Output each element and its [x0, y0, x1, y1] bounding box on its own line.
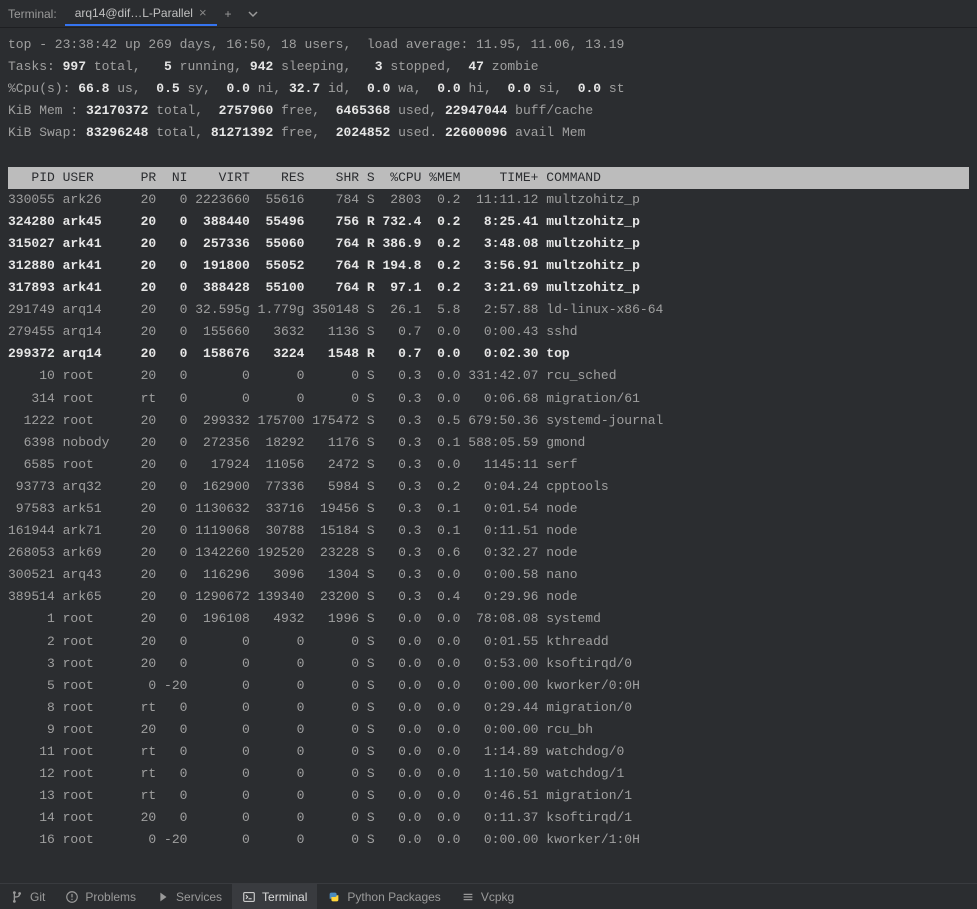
tool-services-button[interactable]: Services — [146, 884, 232, 909]
tool-terminal-label: Terminal — [262, 890, 307, 904]
tool-git-button[interactable]: Git — [0, 884, 55, 909]
tool-python-packages-label: Python Packages — [347, 890, 440, 904]
list-icon — [461, 890, 475, 904]
tab-more-button[interactable] — [240, 5, 266, 23]
terminal-tab-bar: Terminal: arq14@dif…L-Parallel × + — [0, 0, 977, 28]
process-row: 8 root rt 0 0 0 0 S 0.0 0.0 0:29.44 migr… — [8, 700, 632, 715]
tool-problems-label: Problems — [85, 890, 136, 904]
process-row: 5 root 0 -20 0 0 0 S 0.0 0.0 0:00.00 kwo… — [8, 678, 640, 693]
process-row: 389514 ark65 20 0 1290672 139340 23200 S… — [8, 589, 578, 604]
process-row: 314 root rt 0 0 0 0 S 0.3 0.0 0:06.68 mi… — [8, 391, 640, 406]
process-row: 14 root 20 0 0 0 0 S 0.0 0.0 0:11.37 kso… — [8, 810, 632, 825]
process-row: 315027 ark41 20 0 257336 55060 764 R 386… — [8, 236, 640, 251]
tool-terminal-button[interactable]: Terminal — [232, 884, 317, 909]
warning-icon — [65, 890, 79, 904]
ide-bottom-toolbar: Git Problems Services Terminal Python Pa… — [0, 883, 977, 909]
process-row: 299372 arq14 20 0 158676 3224 1548 R 0.7… — [8, 346, 570, 361]
tool-vcpkg-button[interactable]: Vcpkg — [451, 884, 524, 909]
add-tab-button[interactable]: + — [217, 3, 240, 25]
process-row: 300521 arq43 20 0 116296 3096 1304 S 0.3… — [8, 567, 578, 582]
process-row: 12 root rt 0 0 0 0 S 0.0 0.0 1:10.50 wat… — [8, 766, 624, 781]
top-summary-line: top - 23:38:42 up 269 days, 16:50, 18 us… — [8, 37, 624, 52]
process-row: 6585 root 20 0 17924 11056 2472 S 0.3 0.… — [8, 457, 578, 472]
python-icon — [327, 890, 341, 904]
process-row: 93773 arq32 20 0 162900 77336 5984 S 0.3… — [8, 479, 609, 494]
terminal-tab-title: arq14@dif…L-Parallel — [75, 6, 193, 20]
process-row: 97583 ark51 20 0 1130632 33716 19456 S 0… — [8, 501, 578, 516]
process-row: 279455 arq14 20 0 155660 3632 1136 S 0.7… — [8, 324, 578, 339]
terminal-icon — [242, 890, 256, 904]
process-row: 312880 ark41 20 0 191800 55052 764 R 194… — [8, 258, 640, 273]
process-row: 13 root rt 0 0 0 0 S 0.0 0.0 0:46.51 mig… — [8, 788, 632, 803]
top-tasks-line: Tasks: 997 total, 5 running, 942 sleepin… — [8, 59, 539, 74]
process-row: 3 root 20 0 0 0 0 S 0.0 0.0 0:53.00 ksof… — [8, 656, 632, 671]
tool-services-label: Services — [176, 890, 222, 904]
process-row: 330055 ark26 20 0 2223660 55616 784 S 28… — [8, 192, 640, 207]
process-row: 1222 root 20 0 299332 175700 175472 S 0.… — [8, 413, 663, 428]
terminal-output[interactable]: top - 23:38:42 up 269 days, 16:50, 18 us… — [0, 28, 977, 883]
git-branch-icon — [10, 890, 24, 904]
play-icon — [156, 890, 170, 904]
tool-python-packages-button[interactable]: Python Packages — [317, 884, 450, 909]
top-mem-line: KiB Mem : 32170372 total, 2757960 free, … — [8, 103, 593, 118]
process-row: 161944 ark71 20 0 1119068 30788 15184 S … — [8, 523, 578, 538]
terminal-tab-active[interactable]: arq14@dif…L-Parallel × — [65, 1, 217, 26]
chevron-down-icon — [248, 9, 258, 19]
process-row: 291749 arq14 20 0 32.595g 1.779g 350148 … — [8, 302, 663, 317]
top-swap-line: KiB Swap: 83296248 total, 81271392 free,… — [8, 125, 585, 140]
tool-vcpkg-label: Vcpkg — [481, 890, 514, 904]
terminal-label: Terminal: — [8, 7, 57, 21]
process-row: 2 root 20 0 0 0 0 S 0.0 0.0 0:01.55 kthr… — [8, 634, 609, 649]
process-row: 16 root 0 -20 0 0 0 S 0.0 0.0 0:00.00 kw… — [8, 832, 640, 847]
process-row: 6398 nobody 20 0 272356 18292 1176 S 0.3… — [8, 435, 585, 450]
process-row: 317893 ark41 20 0 388428 55100 764 R 97.… — [8, 280, 640, 295]
top-cpu-line: %Cpu(s): 66.8 us, 0.5 sy, 0.0 ni, 32.7 i… — [8, 81, 625, 96]
process-row: 9 root 20 0 0 0 0 S 0.0 0.0 0:00.00 rcu_… — [8, 722, 593, 737]
process-row: 10 root 20 0 0 0 0 S 0.3 0.0 331:42.07 r… — [8, 368, 617, 383]
close-icon[interactable]: × — [199, 5, 207, 20]
process-row: 324280 ark45 20 0 388440 55496 756 R 732… — [8, 214, 640, 229]
process-row: 11 root rt 0 0 0 0 S 0.0 0.0 1:14.89 wat… — [8, 744, 624, 759]
top-column-header: PID USER PR NI VIRT RES SHR S %CPU %MEM … — [8, 167, 969, 189]
tool-problems-button[interactable]: Problems — [55, 884, 146, 909]
tool-git-label: Git — [30, 890, 45, 904]
process-row: 268053 ark69 20 0 1342260 192520 23228 S… — [8, 545, 578, 560]
process-row: 1 root 20 0 196108 4932 1996 S 0.0 0.0 7… — [8, 611, 601, 626]
